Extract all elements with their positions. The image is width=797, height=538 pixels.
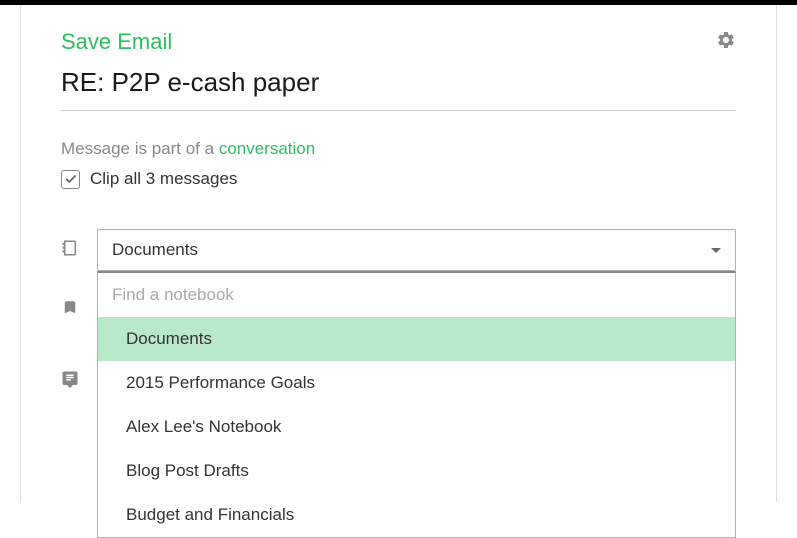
clip-all-label: Clip all 3 messages — [90, 169, 237, 189]
notebook-option[interactable]: Documents — [98, 317, 735, 361]
conversation-prefix: Message is part of a — [61, 139, 219, 158]
conversation-link[interactable]: conversation — [219, 139, 315, 158]
notebook-dropdown[interactable]: Documents — [97, 229, 736, 271]
page-title: Save Email — [61, 29, 172, 55]
clip-all-checkbox[interactable] — [61, 170, 80, 189]
email-subject: RE: P2P e-cash paper — [61, 67, 736, 111]
chevron-down-icon — [711, 248, 721, 253]
conversation-info: Message is part of a conversation — [61, 139, 736, 159]
gear-icon[interactable] — [716, 30, 736, 55]
notebook-option[interactable]: Blog Post Drafts — [98, 449, 735, 493]
notebook-option[interactable]: Alex Lee's Notebook — [98, 405, 735, 449]
notebook-selected-label: Documents — [112, 240, 198, 260]
notebook-dropdown-panel: Documents 2015 Performance Goals Alex Le… — [97, 271, 736, 538]
tag-icon — [61, 299, 79, 322]
notebook-search-input[interactable] — [98, 273, 735, 317]
notebook-option[interactable]: 2015 Performance Goals — [98, 361, 735, 405]
notebook-option[interactable]: Budget and Financials — [98, 493, 735, 537]
comment-icon — [61, 370, 79, 393]
notebook-icon — [61, 239, 79, 262]
